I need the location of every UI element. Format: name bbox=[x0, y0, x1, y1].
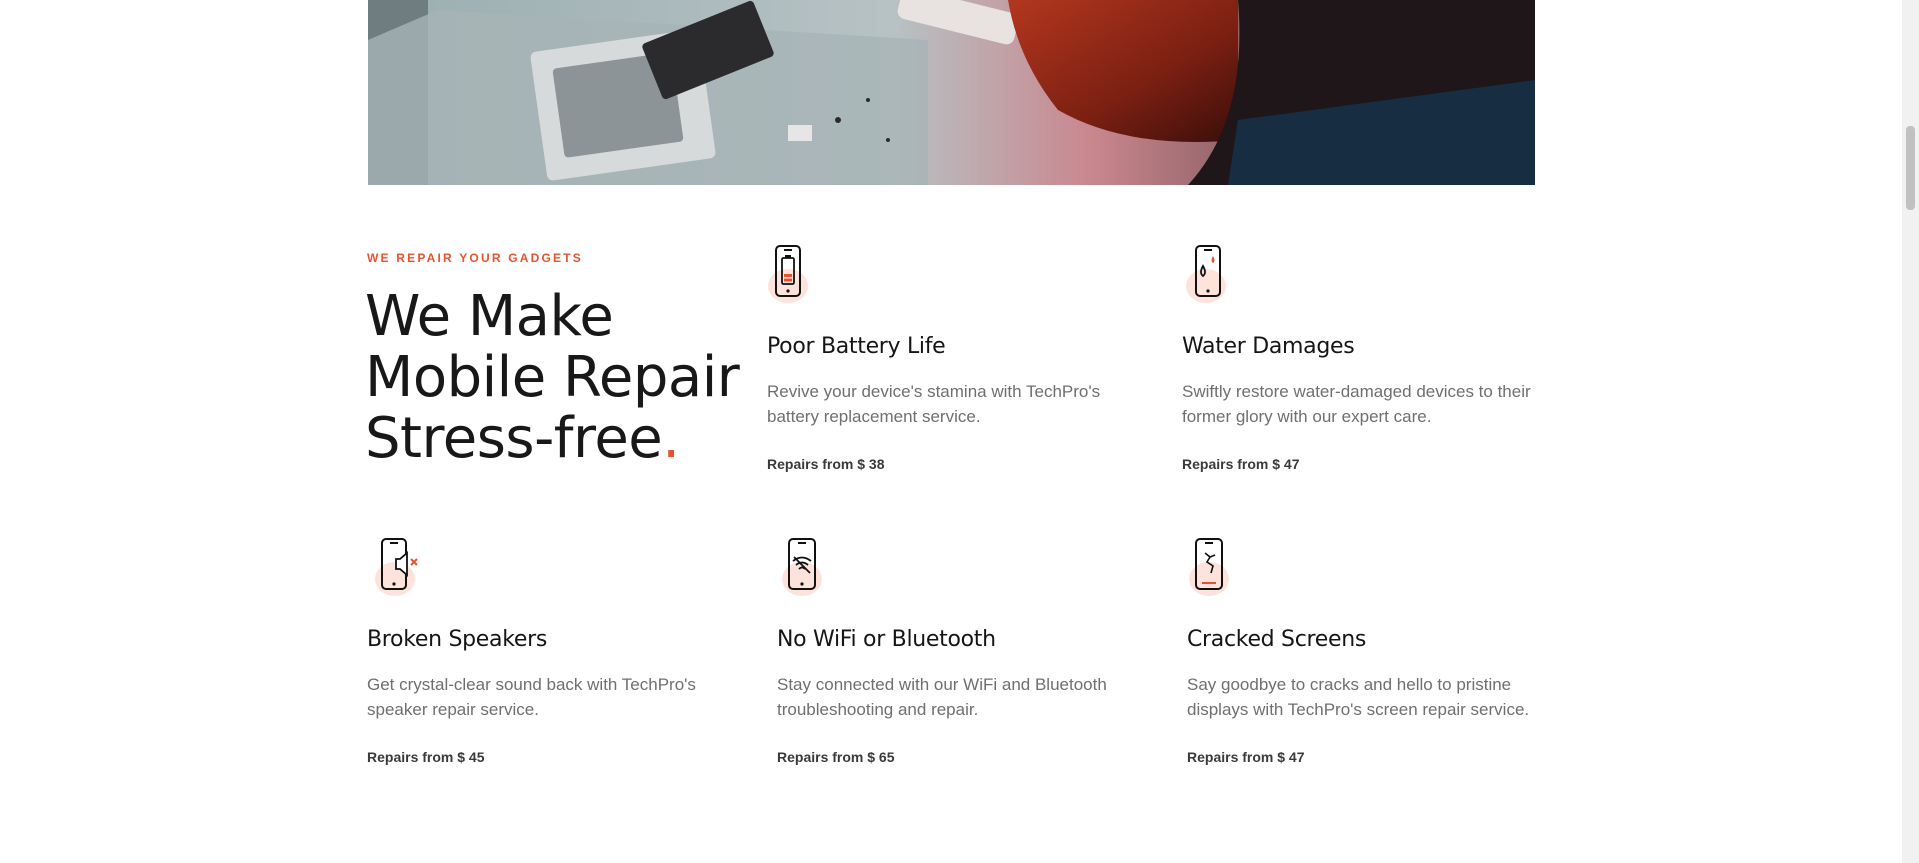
repair-workbench-photo bbox=[368, 0, 1535, 185]
service-card-battery: Poor Battery Life Revive your device's s… bbox=[767, 242, 1147, 472]
cracked-screen-phone-icon bbox=[1189, 538, 1229, 596]
service-description: Say goodbye to cracks and hello to prist… bbox=[1187, 675, 1530, 719]
scrollbar-thumb[interactable] bbox=[1906, 126, 1915, 210]
broken-speaker-phone-icon bbox=[375, 538, 418, 596]
wifi-phone-icon bbox=[782, 538, 822, 596]
service-title: Cracked Screens bbox=[1187, 627, 1367, 652]
service-price: Repairs from $ 38 bbox=[767, 456, 885, 472]
service-title: Water Damages bbox=[1182, 334, 1355, 359]
service-description: Get crystal-clear sound back with TechPr… bbox=[367, 675, 696, 719]
service-title: Poor Battery Life bbox=[767, 334, 946, 359]
headline-line-2: Mobile Repair bbox=[365, 345, 740, 410]
service-price: Repairs from $ 47 bbox=[1187, 749, 1305, 765]
water-drop-phone-icon bbox=[1186, 245, 1226, 303]
battery-phone-icon bbox=[768, 245, 808, 303]
hero-image bbox=[368, 0, 1535, 185]
headline-line-3: Stress-free bbox=[365, 406, 663, 471]
section-headline: We Make Mobile Repair Stress-free. bbox=[365, 286, 745, 469]
service-title: Broken Speakers bbox=[367, 627, 547, 652]
service-description: Revive your device's stamina with TechPr… bbox=[767, 382, 1101, 426]
service-card-water: Water Damages Swiftly restore water-dama… bbox=[1182, 242, 1562, 472]
service-card-speakers: Broken Speakers Get crystal-clear sound … bbox=[367, 535, 747, 765]
service-price: Repairs from $ 65 bbox=[777, 749, 895, 765]
service-price: Repairs from $ 45 bbox=[367, 749, 485, 765]
service-card-screens: Cracked Screens Say goodbye to cracks an… bbox=[1187, 535, 1567, 765]
service-title: No WiFi or Bluetooth bbox=[777, 627, 996, 652]
page-scrollbar[interactable] bbox=[1902, 0, 1919, 863]
headline-accent-dot: . bbox=[662, 406, 680, 471]
service-description: Stay connected with our WiFi and Bluetoo… bbox=[777, 675, 1107, 719]
section-eyebrow: WE REPAIR YOUR GADGETS bbox=[367, 251, 583, 265]
service-description: Swiftly restore water-damaged devices to… bbox=[1182, 382, 1531, 426]
headline-line-1: We Make bbox=[365, 284, 614, 349]
service-price: Repairs from $ 47 bbox=[1182, 456, 1300, 472]
service-card-wifi: No WiFi or Bluetooth Stay connected with… bbox=[777, 535, 1157, 765]
